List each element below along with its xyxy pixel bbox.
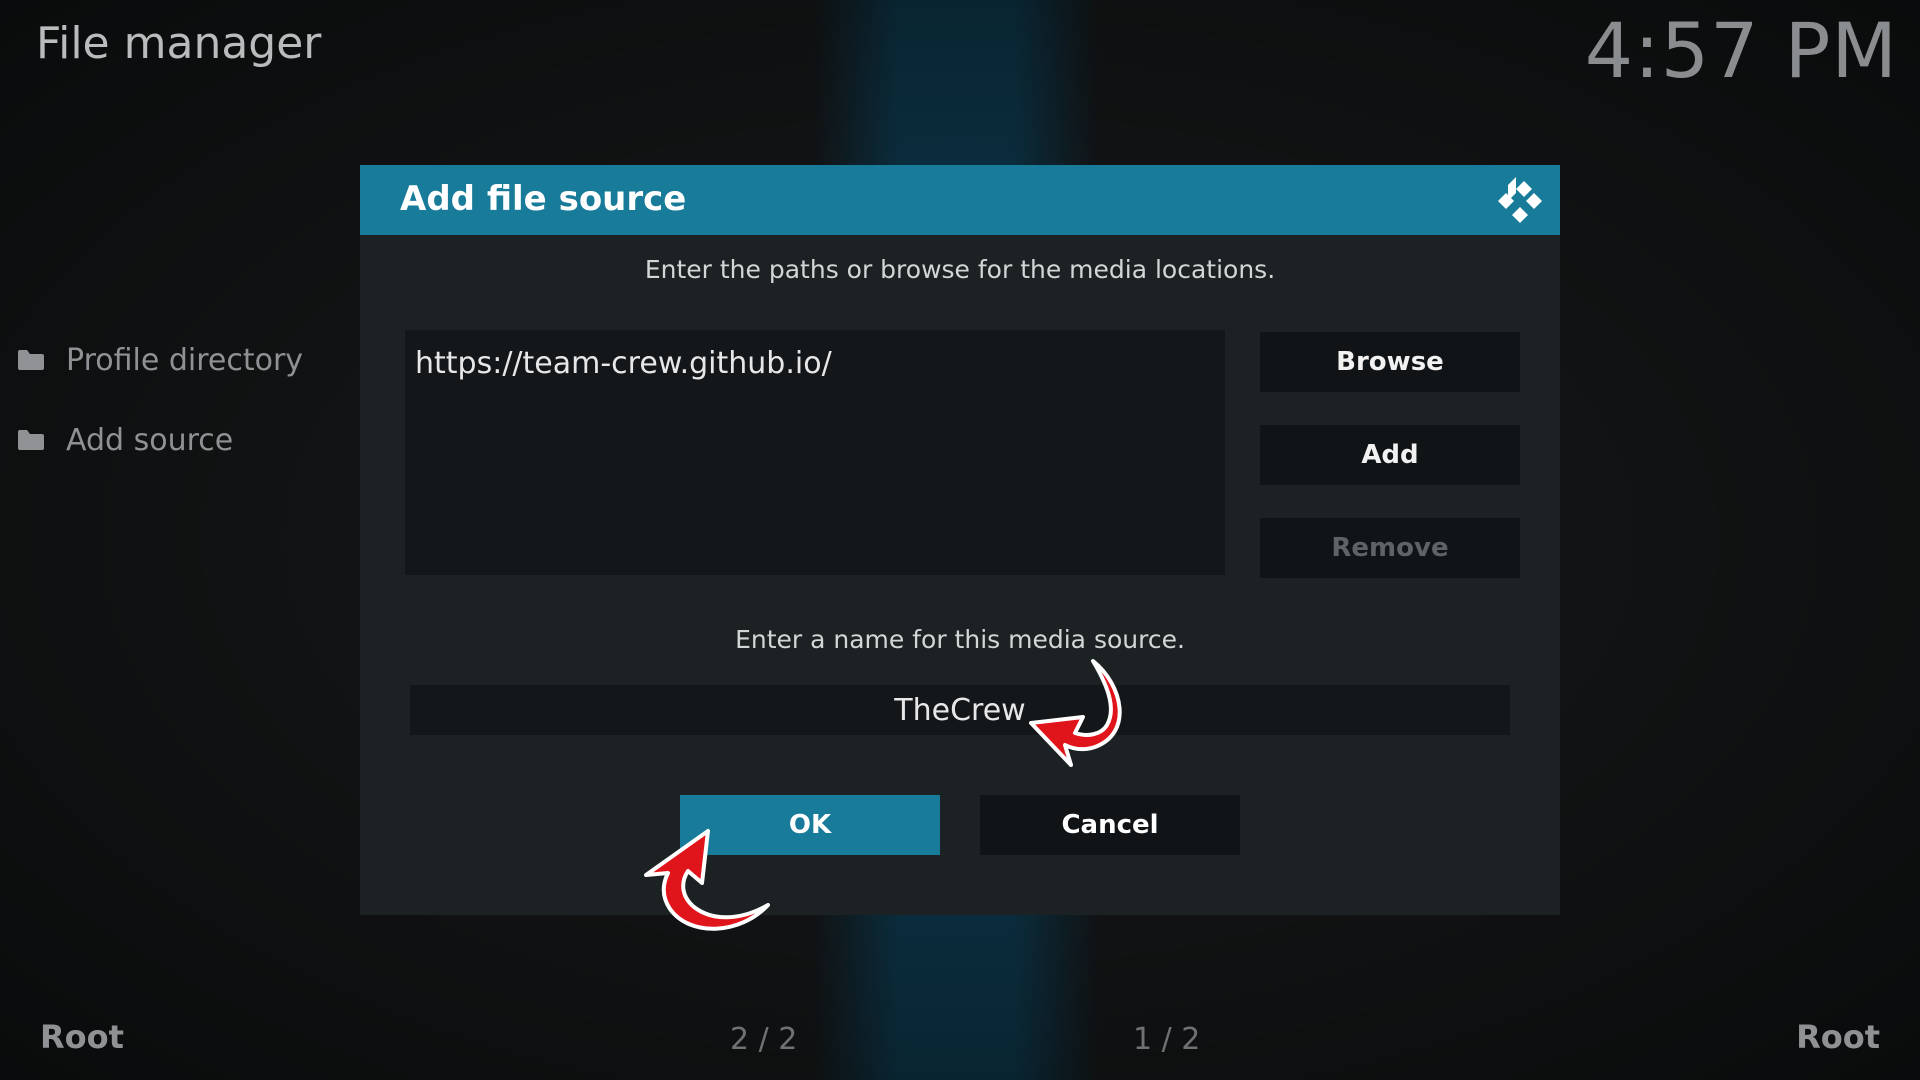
footer-left-page-count: 2 / 2 — [730, 1022, 798, 1057]
add-button[interactable]: Add — [1260, 425, 1520, 485]
annotation-arrow-name-icon — [1029, 659, 1122, 767]
folder-icon — [18, 350, 44, 370]
cancel-button[interactable]: Cancel — [980, 795, 1240, 855]
dialog-title: Add file source — [400, 179, 687, 219]
sidebar-item-label: Add source — [66, 422, 234, 458]
path-list[interactable]: https://team-crew.github.io/ — [405, 330, 1225, 575]
remove-button[interactable]: Remove — [1260, 518, 1520, 578]
browse-button[interactable]: Browse — [1260, 332, 1520, 392]
source-name-field[interactable]: TheCrew — [410, 685, 1510, 735]
footer-right-root: Root — [1796, 1018, 1880, 1056]
folder-icon — [18, 430, 44, 450]
clock: 4:57 PM — [1584, 6, 1898, 95]
path-item[interactable]: https://team-crew.github.io/ — [415, 346, 832, 381]
sidebar-item-label: Profile directory — [66, 342, 304, 378]
page-title: File manager — [36, 18, 322, 69]
dialog-header: Add file source — [360, 165, 1560, 235]
add-file-source-dialog: Add file source Enter the paths or brows… — [360, 165, 1560, 915]
kodi-logo-icon — [1496, 177, 1544, 225]
paths-instruction: Enter the paths or browse for the media … — [644, 255, 1276, 284]
annotation-arrow-ok-icon — [644, 829, 770, 931]
footer-right-page-count: 1 / 2 — [1133, 1022, 1201, 1057]
name-instruction: Enter a name for this media source. — [735, 625, 1185, 654]
sidebar-item-add-source[interactable]: Add source — [18, 420, 233, 460]
footer-left-root: Root — [40, 1018, 124, 1056]
sidebar-item-profile-directory[interactable]: Profile directory — [18, 340, 303, 380]
